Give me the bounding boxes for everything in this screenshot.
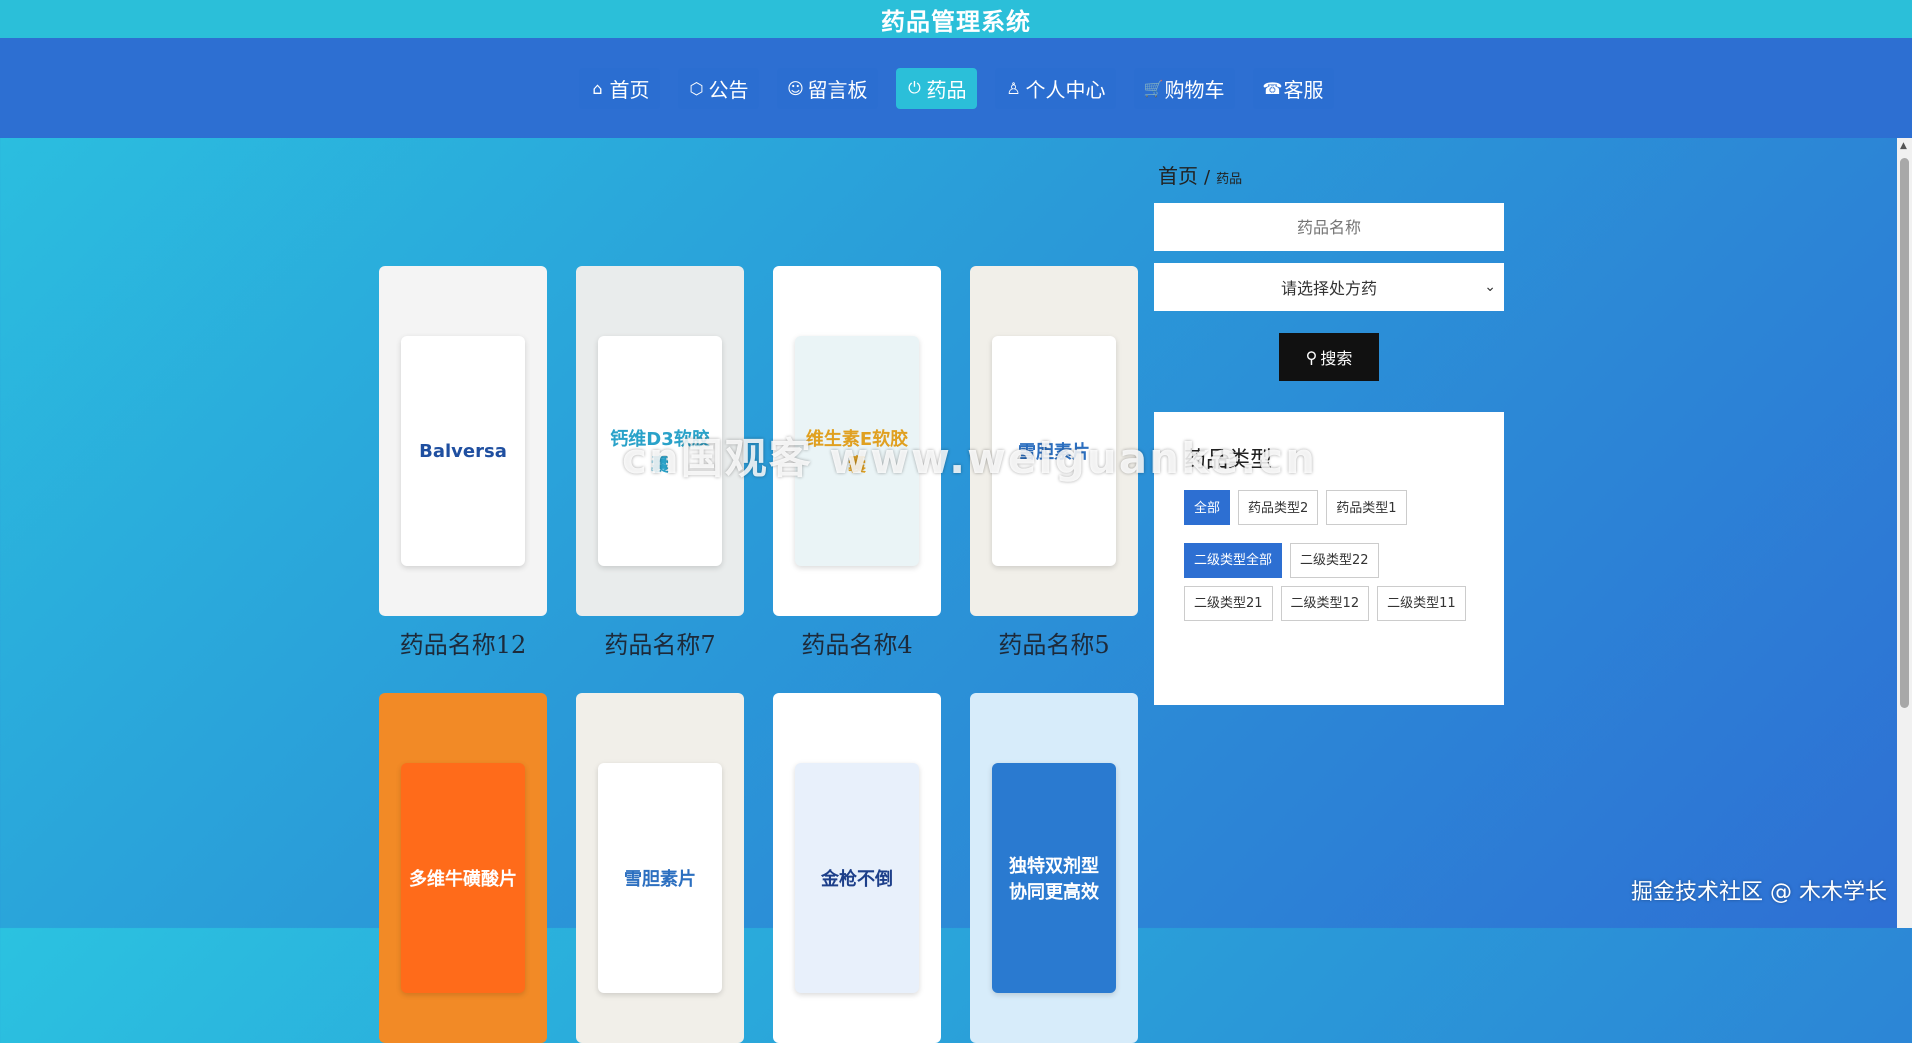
product-card[interactable]: 多维牛磺酸片 — [379, 693, 547, 1043]
breadcrumb-separator: / — [1204, 167, 1211, 188]
drug-name-input[interactable] — [1154, 203, 1504, 251]
nav-item-label: 个人中心 — [1025, 77, 1106, 102]
primary-category-tags: 全部 药品类型2 药品类型1 — [1184, 490, 1474, 525]
nav-item-2[interactable]: ☺ 留言板 — [776, 67, 878, 109]
category-tag[interactable]: 二级类型11 — [1377, 586, 1466, 621]
breadcrumb-home[interactable]: 首页 — [1158, 160, 1198, 189]
product-image[interactable]: 多维牛磺酸片 — [379, 693, 547, 1043]
product-image[interactable]: 金枪不倒 — [773, 693, 941, 1043]
support-icon: ☎ — [1262, 78, 1283, 98]
nav-item-1[interactable]: ⬡ 公告 — [677, 67, 759, 109]
product-card[interactable]: 独特双剂型 协同更高效 — [970, 693, 1138, 1043]
category-tag[interactable]: 二级类型22 — [1290, 543, 1379, 578]
product-name[interactable]: 药品名称7 — [576, 625, 744, 660]
nav-item-3[interactable]: ⏻ 药品 — [895, 67, 977, 109]
product-image[interactable]: 独特双剂型 协同更高效 — [970, 693, 1138, 1043]
category-tag[interactable]: 药品类型2 — [1238, 490, 1319, 525]
product-image[interactable]: Balversa — [379, 266, 547, 616]
breadcrumb-current: 药品 — [1216, 172, 1243, 187]
product-name[interactable]: 药品名称4 — [773, 625, 941, 660]
nav-item-label: 留言板 — [807, 77, 868, 102]
product-name[interactable]: 药品名称12 — [379, 625, 547, 660]
watermark-text: cn国观客 www.weiguanke.cn — [622, 434, 1318, 483]
top-title-bar: 药品管理系统 — [0, 0, 1912, 38]
nav-item-6[interactable]: ☎ 客服 — [1252, 67, 1334, 109]
category-tag[interactable]: 二级类型12 — [1280, 586, 1370, 621]
chevron-down-icon: ⌄ — [1484, 279, 1496, 295]
page-scrollbar[interactable]: ▲ — [1897, 138, 1912, 928]
nav-item-5[interactable]: 🛒 购物车 — [1133, 67, 1235, 109]
site-title: 药品管理系统 — [881, 7, 1031, 36]
nav-item-4[interactable]: ♙ 个人中心 — [994, 67, 1116, 109]
search-icon: ⚲ — [1305, 347, 1318, 367]
product-package-label: 多维牛磺酸片 — [401, 763, 525, 993]
nav-item-0[interactable]: ⌂ 首页 — [578, 67, 660, 109]
nav-item-label: 药品 — [926, 77, 967, 102]
product-grid: Balversa 药品名称12 钙维D3软胶囊 药品名称7 维生素E软胶囊 药品名称4 雪胆… — [379, 266, 1139, 1043]
product-package-label: 雪胆素片 — [598, 763, 722, 993]
product-package-label: 金枪不倒 — [795, 763, 919, 993]
search-button[interactable]: ⚲ 搜索 — [1279, 333, 1379, 381]
footer-watermark: 掘金技术社区 @ 木木学长 — [1631, 880, 1887, 905]
content-area: Balversa 药品名称12 钙维D3软胶囊 药品名称7 维生素E软胶囊 药品名称4 雪胆… — [0, 138, 1912, 1043]
secondary-category-tags: 二级类型全部 二级类型22 二级类型21 二级类型12 二级类型11 — [1184, 543, 1474, 621]
breadcrumb: 首页 / 药品 — [1154, 160, 1504, 189]
power-icon: ⏻ — [908, 78, 921, 97]
nav-item-label: 客服 — [1283, 77, 1324, 102]
category-tag[interactable]: 药品类型1 — [1326, 490, 1407, 525]
product-image[interactable]: 雪胆素片 — [576, 693, 744, 1043]
product-card[interactable]: 雪胆素片 — [576, 693, 744, 1043]
prescription-select[interactable]: 请选择处方药 ⌄ — [1154, 263, 1504, 311]
nav-item-label: 首页 — [609, 77, 650, 102]
category-tag[interactable]: 二级类型全部 — [1184, 543, 1283, 578]
scroll-thumb[interactable] — [1900, 158, 1909, 708]
message-icon: ☺ — [787, 78, 804, 98]
product-package-label: 独特双剂型 协同更高效 — [992, 763, 1116, 993]
prescription-select-value: 请选择处方药 — [1280, 279, 1377, 298]
nav-item-label: 公告 — [708, 77, 749, 102]
main-nav: ⌂ 首页 ⬡ 公告 ☺ 留言板 ⏻ 药品 ♙ 个人中心 🛒 购物车 ☎ 客服 — [0, 38, 1912, 138]
user-icon: ♙ — [1006, 78, 1021, 98]
category-tag[interactable]: 全部 — [1184, 490, 1231, 525]
category-tag[interactable]: 二级类型21 — [1184, 586, 1273, 621]
product-name[interactable]: 药品名称5 — [970, 625, 1138, 660]
search-button-label: 搜索 — [1320, 349, 1353, 368]
product-package-label: Balversa — [401, 336, 525, 566]
home-icon: ⌂ — [592, 78, 603, 98]
product-card[interactable]: 金枪不倒 — [773, 693, 941, 1043]
product-card[interactable]: Balversa 药品名称12 — [379, 266, 547, 660]
cart-icon: 🛒 — [1143, 78, 1164, 98]
box-icon: ⬡ — [689, 78, 704, 98]
scroll-up-icon[interactable]: ▲ — [1900, 141, 1907, 151]
nav-item-label: 购物车 — [1164, 77, 1225, 102]
